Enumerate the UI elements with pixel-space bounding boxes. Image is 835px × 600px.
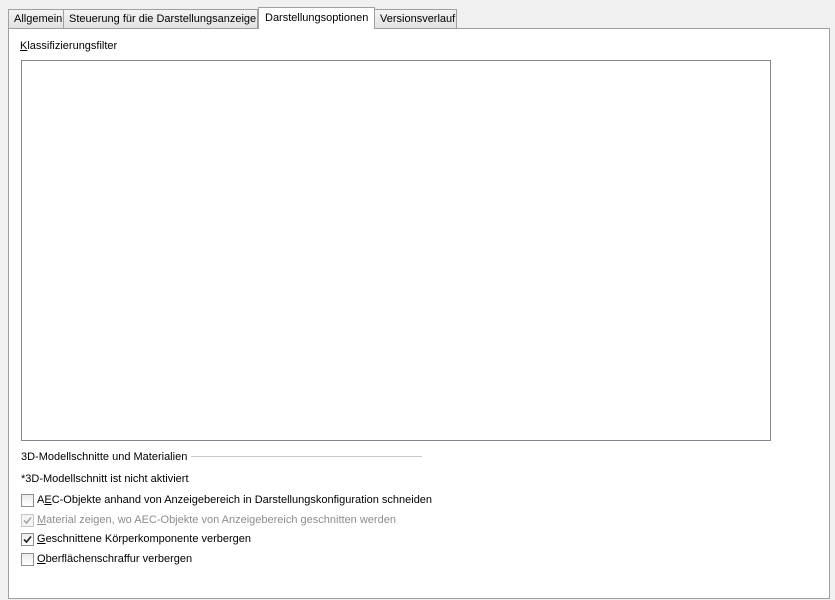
tab-versionsverlauf[interactable]: Versionsverlauf — [374, 9, 457, 28]
option-show-material: Material zeigen, wo AEC-Objekte von Anze… — [21, 512, 396, 528]
option-label-text: berflächenschraffur verbergen — [45, 553, 193, 565]
option-label-text: eschnittene Körperkomponente verbergen — [45, 533, 252, 545]
option-label-mnemonic: M — [37, 514, 47, 526]
tab-darstellungsoptionen[interactable]: Darstellungsoptionen — [258, 7, 375, 29]
checkbox-aec-objects-cut[interactable] — [21, 493, 34, 507]
option-aec-objects-cut[interactable]: AEC-Objekte anhand von Anzeigebereich in… — [21, 492, 432, 508]
classification-filter-label: Klassifizierungsfilter — [20, 40, 117, 52]
tab-strip: Allgemein Steuerung für die Darstellungs… — [8, 7, 835, 29]
classification-filter-list[interactable] — [21, 60, 771, 441]
option-show-material-label: Material zeigen, wo AEC-Objekte von Anze… — [37, 514, 396, 526]
option-hide-cut-body-label: Geschnittene Körperkomponente verbergen — [37, 533, 251, 545]
tab-steuerung-darstellungsanzeige[interactable]: Steuerung für die Darstellungsanzeige — [63, 9, 258, 28]
tab-allgemein[interactable]: Allgemein — [8, 9, 64, 28]
section-note: *3D-Modellschnitt ist nicht aktiviert — [21, 473, 189, 485]
tab-panel-darstellungsoptionen: Klassifizierungsfilter 3D-Modellschnitte… — [8, 28, 830, 599]
checkbox-hide-surface-hatch[interactable] — [21, 552, 34, 566]
option-label-text: aterial zeigen, wo AEC-Objekte von Anzei… — [46, 514, 396, 526]
option-label-text: C-Objekte anhand von Anzeigebereich in D… — [51, 494, 433, 506]
option-label-mnemonic: E — [44, 494, 52, 506]
option-aec-objects-cut-label: AEC-Objekte anhand von Anzeigebereich in… — [37, 494, 432, 506]
section-divider — [191, 456, 422, 457]
checkbox-hide-cut-body[interactable] — [21, 532, 34, 546]
option-hide-cut-body[interactable]: Geschnittene Körperkomponente verbergen — [21, 531, 251, 547]
checkbox-show-material — [21, 513, 34, 527]
checkmark-icon — [23, 535, 32, 543]
checkmark-icon — [23, 516, 32, 524]
option-hide-surface-hatch-label: Oberflächenschraffur verbergen — [37, 553, 192, 565]
option-label-mnemonic: O — [37, 553, 46, 565]
option-hide-surface-hatch[interactable]: Oberflächenschraffur verbergen — [21, 551, 192, 567]
classification-filter-label-text: lassifizierungsfilter — [27, 40, 118, 52]
section-title: 3D-Modellschnitte und Materialien — [21, 451, 188, 463]
option-label-mnemonic: G — [37, 533, 46, 545]
